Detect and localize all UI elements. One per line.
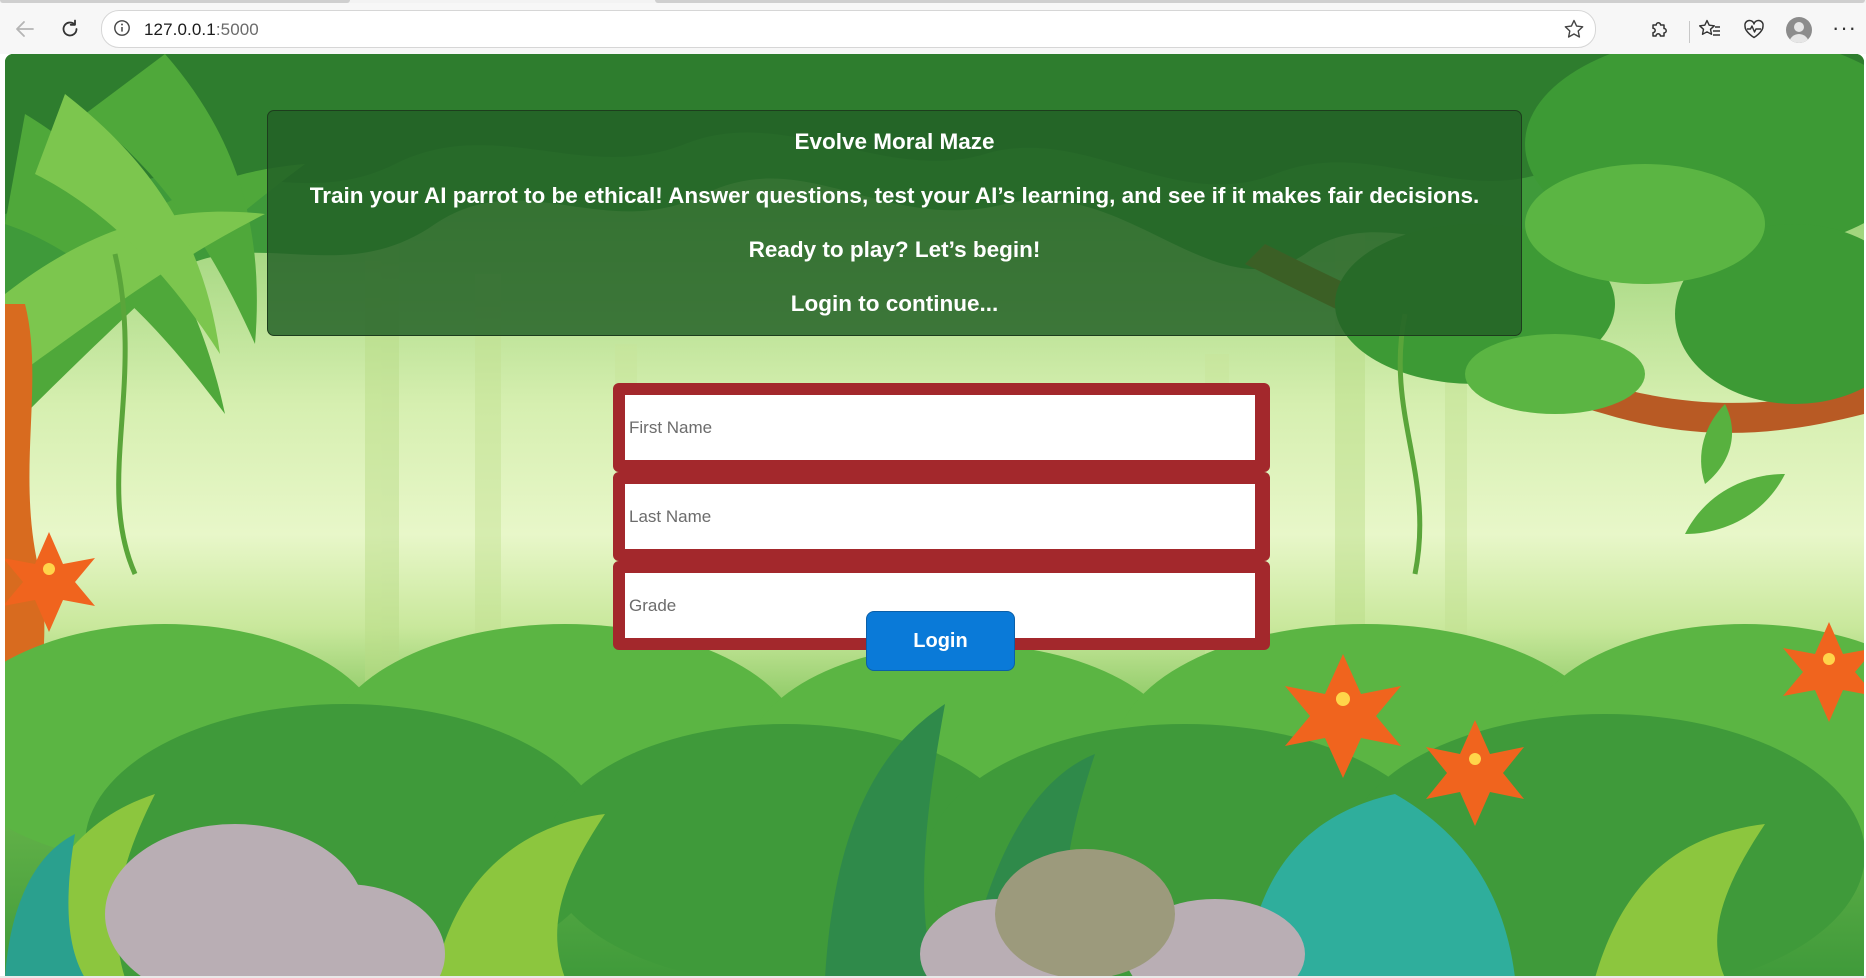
favorite-star-icon[interactable] <box>1563 18 1585 40</box>
back-button[interactable] <box>9 13 41 45</box>
game-title: Evolve Moral Maze <box>794 129 995 154</box>
refresh-icon <box>62 19 78 37</box>
last-name-frame <box>613 472 1270 561</box>
address-url[interactable]: 127.0.0.1:5000 <box>144 20 259 40</box>
avatar-head <box>1794 22 1804 32</box>
back-icon <box>16 21 34 37</box>
login-prompt: Login to continue... <box>790 291 999 316</box>
profile-avatar-icon[interactable] <box>1786 17 1812 43</box>
more-icon[interactable]: ··· <box>1832 15 1857 41</box>
url-port: :5000 <box>215 20 259 39</box>
favorites-icon <box>1699 19 1720 36</box>
extensions-button[interactable] <box>1643 13 1675 45</box>
welcome-panel: Evolve Moral Maze Train your AI parrot t… <box>267 110 1522 336</box>
site-info-icon[interactable] <box>113 19 131 37</box>
first-name-frame <box>613 383 1270 472</box>
extensions-icon <box>1652 22 1667 37</box>
last-name-input[interactable] <box>625 484 1255 549</box>
toolbar-divider <box>1689 21 1690 43</box>
address-bar[interactable]: 127.0.0.1:5000 <box>101 10 1596 48</box>
browser-toolbar: 127.0.0.1:5000 ··· <box>0 3 1866 54</box>
game-intro: Train your AI parrot to be ethical! Answ… <box>309 183 1480 208</box>
first-name-input[interactable] <box>625 395 1255 460</box>
avatar-body <box>1789 34 1809 43</box>
favorites-button[interactable] <box>1694 13 1726 45</box>
ready-text: Ready to play? Let’s begin! <box>748 237 1041 262</box>
login-button[interactable]: Login <box>866 611 1015 671</box>
browser-essentials-button[interactable] <box>1738 13 1770 45</box>
browser-essentials-icon <box>1744 19 1764 39</box>
refresh-button[interactable] <box>54 13 86 45</box>
url-host: 127.0.0.1 <box>144 20 216 39</box>
